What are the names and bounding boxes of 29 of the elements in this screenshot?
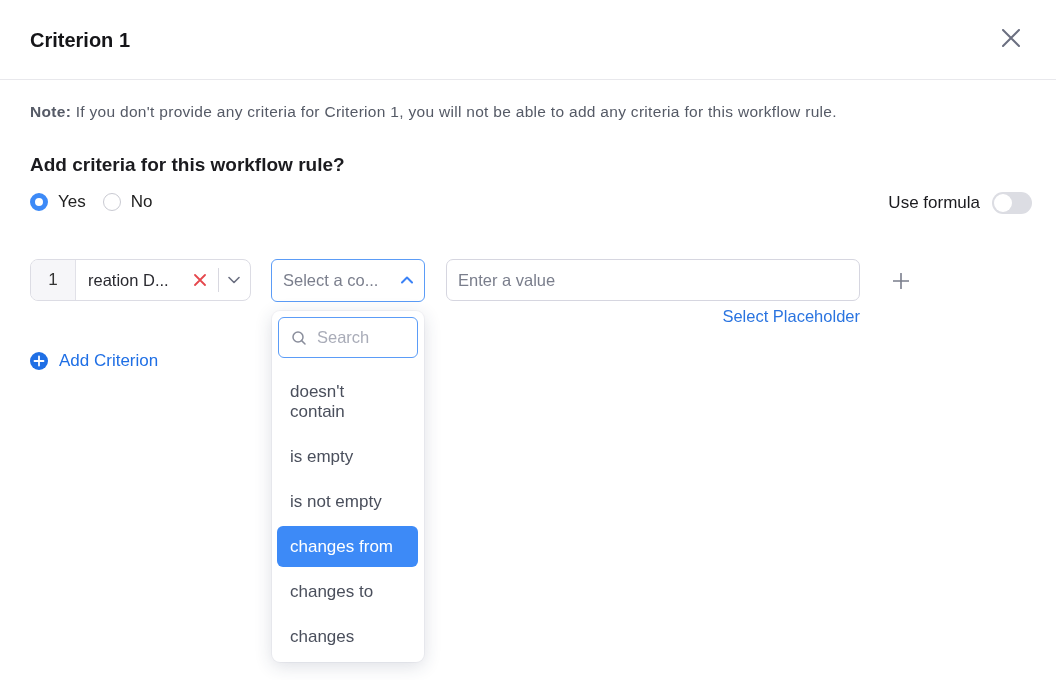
condition-select[interactable]: Select a co... (271, 258, 425, 302)
menu-item[interactable]: is empty (277, 436, 418, 477)
select-placeholder-link[interactable]: Select Placeholder (722, 306, 860, 326)
plus-circle-icon (30, 352, 48, 370)
field-select[interactable]: 1 reation D... (30, 259, 251, 301)
radio-label[interactable]: Yes (58, 192, 86, 212)
menu-item[interactable]: changes to (277, 571, 418, 612)
chevron-up-icon (401, 276, 413, 284)
value-input[interactable]: Enter a value (446, 259, 860, 301)
search-icon (292, 330, 306, 345)
close-icon[interactable] (1002, 28, 1020, 47)
question-heading: Add criteria for this workflow rule? (30, 153, 346, 177)
radio-button[interactable] (102, 193, 121, 211)
clear-icon[interactable] (194, 274, 206, 286)
menu-item[interactable]: is not empty (277, 481, 418, 522)
row-number: 1 (31, 260, 76, 300)
menu-item[interactable]: changes (277, 616, 418, 657)
toggle-label: Use formula (888, 193, 980, 213)
note-text: Note: If you don't provide any criteria for Criterion 1, you will not be able to add any criteria for this workflow rule. (30, 102, 838, 122)
field-value: reation D... (88, 270, 169, 290)
dialog-title: Criterion 1 (30, 27, 131, 52)
radio-label[interactable]: No (130, 192, 153, 212)
toggle-switch[interactable] (992, 192, 1032, 214)
add-criterion-link[interactable]: Add Criterion (30, 350, 159, 372)
plus-icon[interactable] (893, 273, 909, 289)
radio-button[interactable] (30, 193, 48, 211)
chevron-down-icon[interactable] (228, 276, 240, 284)
search-field[interactable]: Search (278, 317, 418, 358)
menu-item[interactable]: doesn't contain (277, 371, 418, 432)
